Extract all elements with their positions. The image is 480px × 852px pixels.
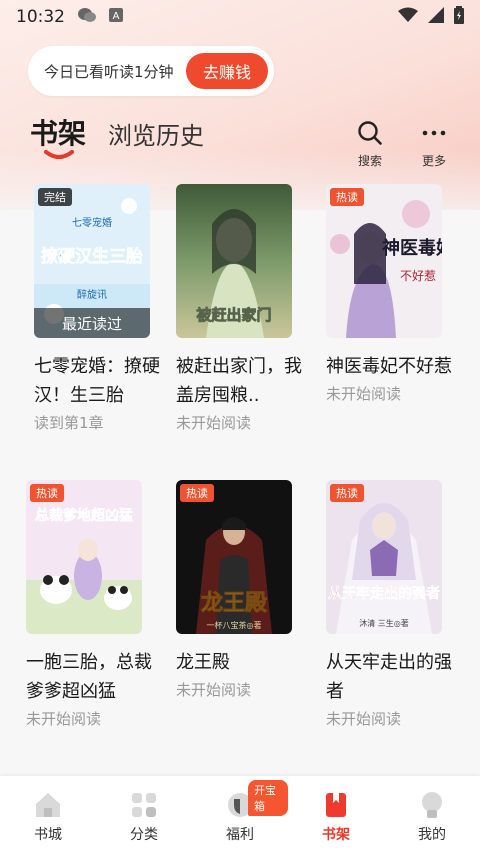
- nav-welfare[interactable]: 开宝箱 福利: [192, 776, 288, 852]
- reading-time-text: 今日已看听读1分钟: [44, 62, 174, 81]
- book-card[interactable]: 七零宠婚 撩硬汉生三胎 醉旋讯 完结 最近读过 七零宠婚：撩硬汉！生三胎 读到第…: [34, 184, 164, 433]
- book-cover[interactable]: 神医毒妃 不好惹 热读: [326, 184, 442, 338]
- bookshelf-icon: [326, 793, 346, 817]
- hot-badge: 热读: [330, 484, 364, 502]
- category-grid-icon: [132, 793, 156, 817]
- nav-category[interactable]: 分类: [96, 776, 192, 852]
- nav-label: 分类: [130, 827, 158, 843]
- nav-bookshelf[interactable]: 书架: [288, 776, 384, 852]
- cover-title: 撩硬汉生三胎: [41, 246, 143, 267]
- cover-title: 被赶出家门: [196, 306, 271, 324]
- tab-active-indicator: [44, 150, 74, 159]
- nav-mine[interactable]: 我的: [384, 776, 480, 852]
- status-bar: 10:32 A: [0, 0, 480, 34]
- cover-tagline: 不好惹: [400, 269, 436, 283]
- book-cover[interactable]: 从天牢走出的强者 沐清 三生◎著 热读: [326, 480, 442, 634]
- status-badge: 完结: [38, 188, 72, 206]
- signal-icon: [428, 7, 444, 27]
- hot-badge: 热读: [30, 484, 64, 502]
- cover-tagline: 七零宠婚: [72, 216, 112, 229]
- cover-title: 从天牢走出的强者: [328, 585, 440, 602]
- read-progress: 未开始阅读: [326, 710, 402, 728]
- book-title[interactable]: 被赶出家门，我盖房囤粮..: [176, 352, 302, 410]
- cover-title: 龙王殿: [201, 591, 268, 616]
- book-title[interactable]: 一胞三胎，总裁爹爹超凶猛: [26, 648, 152, 706]
- nav-label: 福利: [226, 827, 254, 843]
- nav-label: 我的: [418, 827, 446, 843]
- bottom-navigation: 书城 分类 开宝箱 福利 书架 我的: [0, 776, 480, 852]
- book-card[interactable]: 被赶出家门 被赶出家门，我盖房囤粮.. 未开始阅读: [176, 184, 306, 433]
- book-title[interactable]: 七零宠婚：撩硬汉！生三胎: [34, 352, 160, 410]
- open-treasure-badge[interactable]: 开宝箱: [248, 780, 288, 816]
- app-a-icon: A: [109, 8, 123, 26]
- profile-icon: [422, 792, 442, 818]
- wechat-icon: [77, 7, 97, 27]
- search-button[interactable]: 搜索: [350, 120, 390, 169]
- wifi-icon: [398, 7, 418, 27]
- earn-money-button[interactable]: 去赚钱: [186, 53, 268, 89]
- home-icon: [36, 793, 60, 817]
- nav-label: 书城: [34, 827, 62, 843]
- reading-reward-banner: 今日已看听读1分钟 去赚钱: [28, 46, 274, 96]
- more-label: 更多: [421, 154, 446, 168]
- book-cover[interactable]: 总裁爹地超凶猛 热读: [26, 480, 142, 634]
- book-card[interactable]: 从天牢走出的强者 沐清 三生◎著 热读 从天牢走出的强者 未开始阅读: [326, 480, 456, 729]
- more-icon: [422, 130, 446, 136]
- tab-bookshelf[interactable]: 书架: [30, 112, 86, 152]
- book-card[interactable]: 神医毒妃 不好惹 热读 神医毒妃不好惹 未开始阅读: [326, 184, 456, 404]
- book-card[interactable]: 龙王殿 一杯八宝茶◎著 热读 龙王殿 未开始阅读: [176, 480, 306, 700]
- battery-icon: [454, 6, 464, 28]
- book-cover[interactable]: 被赶出家门: [176, 184, 292, 338]
- read-progress: 未开始阅读: [176, 414, 252, 432]
- search-icon: [358, 121, 382, 145]
- read-progress: 未开始阅读: [176, 681, 252, 699]
- book-cover[interactable]: 龙王殿 一杯八宝茶◎著 热读: [176, 480, 292, 634]
- cover-author: 醉旋讯: [77, 288, 107, 301]
- search-label: 搜索: [357, 154, 382, 168]
- read-progress: 未开始阅读: [26, 710, 102, 728]
- cover-author: 沐清 三生◎著: [359, 618, 409, 628]
- nav-label: 书架: [322, 827, 350, 843]
- cover-title: 神医毒妃: [382, 237, 442, 259]
- book-card[interactable]: 总裁爹地超凶猛 热读 一胞三胎，总裁爹爹超凶猛 未开始阅读: [26, 480, 156, 729]
- book-title[interactable]: 从天牢走出的强者: [326, 648, 452, 706]
- cover-author: 一杯八宝茶◎著: [207, 620, 262, 630]
- recently-read-overlay: 最近读过: [34, 308, 150, 338]
- read-progress: 读到第1章: [34, 414, 104, 432]
- svg-text:A: A: [113, 11, 120, 22]
- cover-title: 总裁爹地超凶猛: [35, 507, 133, 524]
- more-button[interactable]: 更多: [414, 120, 454, 169]
- book-title[interactable]: 神医毒妃不好惹: [326, 352, 452, 381]
- status-time: 10:32: [16, 7, 65, 27]
- nav-bookstore[interactable]: 书城: [0, 776, 96, 852]
- tab-browse-history[interactable]: 浏览历史: [108, 116, 204, 151]
- hot-badge: 热读: [330, 188, 364, 206]
- read-progress: 未开始阅读: [326, 385, 402, 403]
- book-cover[interactable]: 七零宠婚 撩硬汉生三胎 醉旋讯 完结 最近读过: [34, 184, 150, 338]
- book-title[interactable]: 龙王殿: [176, 648, 302, 677]
- hot-badge: 热读: [180, 484, 214, 502]
